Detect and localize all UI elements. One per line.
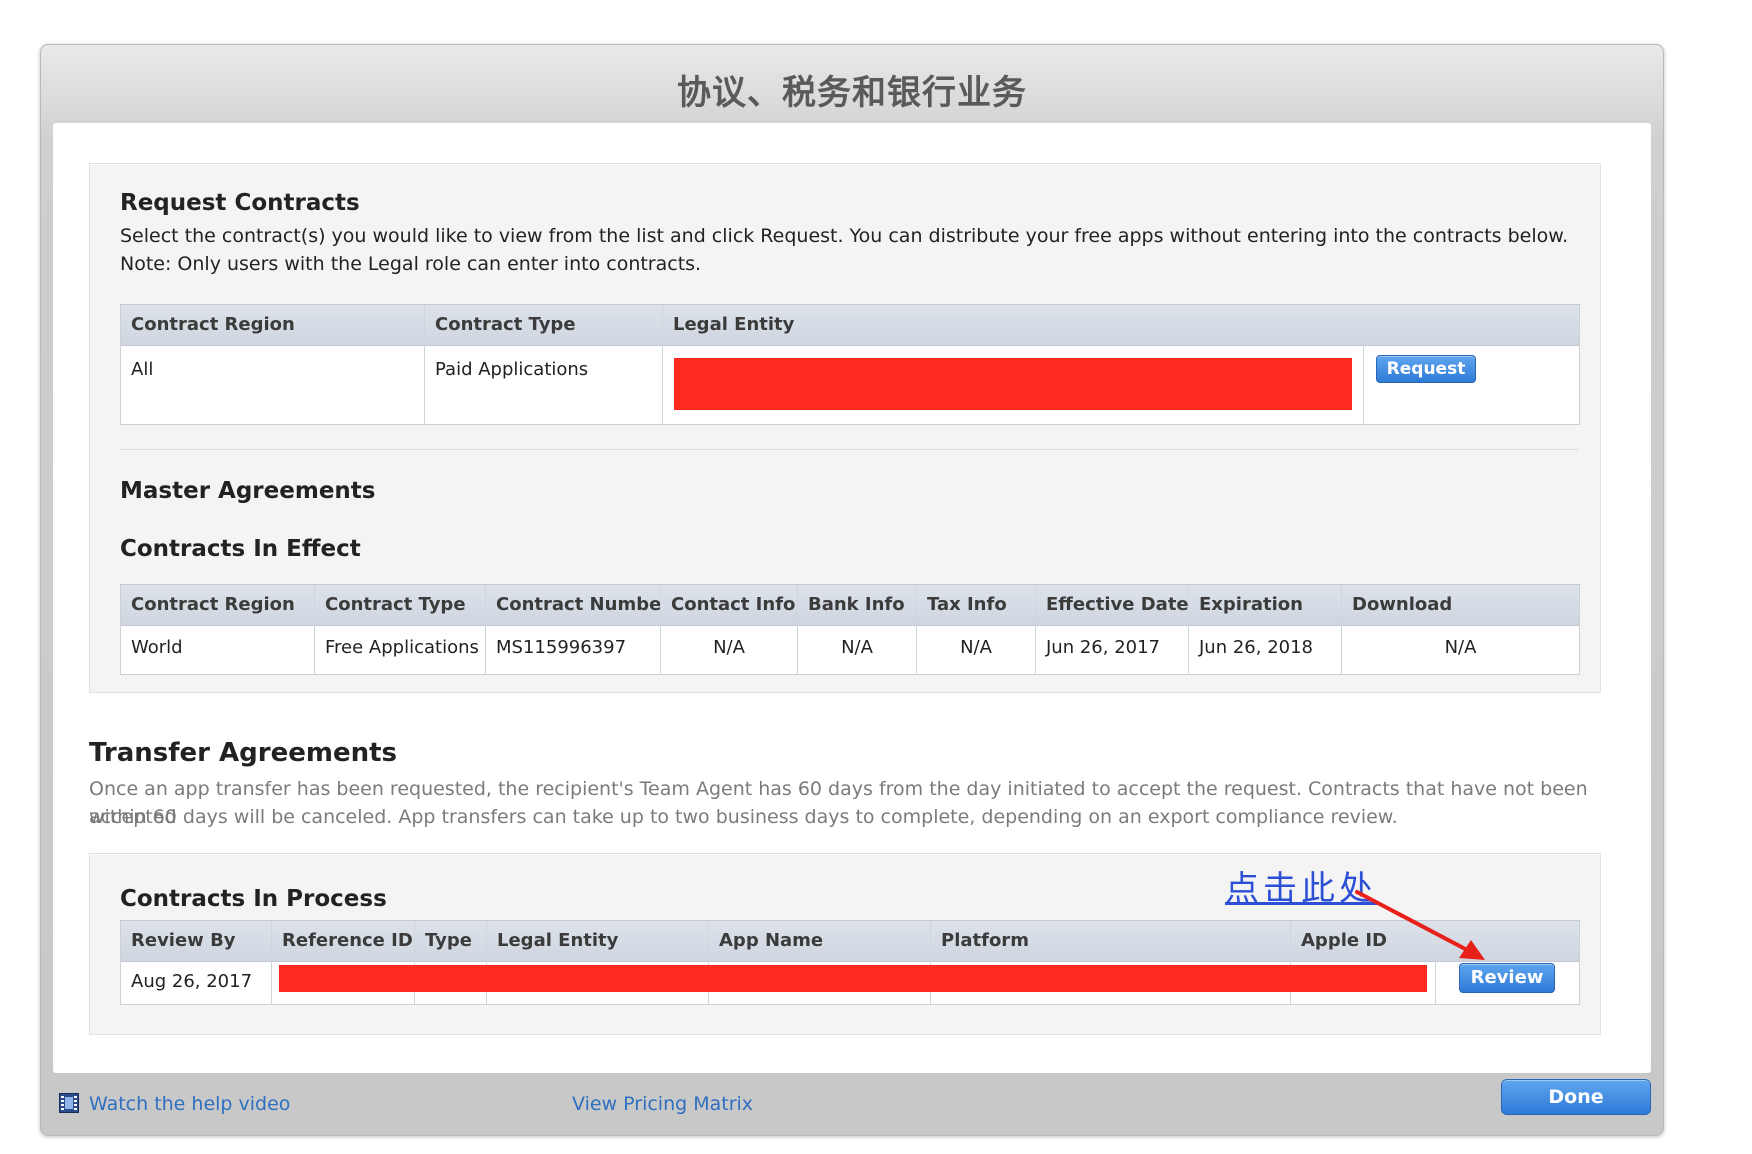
col-effective-date: Effective Date [1036,585,1189,625]
transfer-agreements-title: Transfer Agreements [89,738,398,768]
cell-download[interactable]: N/A [1342,625,1579,674]
col-app-name: App Name [709,921,931,961]
request-contracts-desc-2: Note: Only users with the Legal role can… [120,253,702,275]
col-platform: Platform [931,921,1291,961]
col-contract-type: Contract Type [425,305,663,345]
agreements-panel: Request Contracts Select the contract(s)… [89,163,1601,693]
dialog-title: 协议、税务和银行业务 [677,73,1027,113]
table-row: World Free Applications MS115996397 N/A … [121,625,1579,674]
col-contact-info: Contact Info [661,585,798,625]
col-download: Download [1352,594,1453,615]
col-bank-info: Bank Info [798,585,917,625]
cell-type: Free Applications [315,625,486,674]
col-reference-id: Reference ID [272,921,415,961]
table-header: Contract Region Contract Type Contract N… [121,584,1579,626]
transfer-agreements-desc-2: within 60 days will be canceled. App tra… [89,806,1398,828]
contracts-dialog: 协议、税务和银行业务 Request Contracts Select the … [40,44,1664,1136]
cell-contract-number: MS115996397 [486,625,661,674]
annotation-arrow-icon [1355,890,1485,960]
redaction-block [674,358,1352,410]
help-video-link[interactable]: Watch the help video [89,1093,290,1115]
cell-expiration: Jun 26, 2018 [1189,625,1342,674]
table-row: All Paid Applications Request [121,345,1579,424]
col-contract-region: Contract Region [121,305,425,345]
table-header: Contract Region Contract Type Legal Enti… [121,304,1579,346]
dialog-content: Request Contracts Select the contract(s)… [53,123,1651,1073]
col-contract-type: Contract Type [315,585,486,625]
cell-region: All [121,345,425,424]
col-type: Type [415,921,487,961]
request-contracts-desc-1: Select the contract(s) you would like to… [120,225,1569,247]
col-review-by: Review By [121,921,272,961]
request-contracts-table: Contract Region Contract Type Legal Enti… [120,304,1580,425]
cell-review-by: Aug 26, 2017 [121,961,272,1004]
col-legal-entity: Legal Entity [487,921,709,961]
col-legal-entity: Legal Entity [673,314,795,335]
film-strip-icon[interactable] [59,1093,79,1113]
done-button[interactable]: Done [1501,1079,1651,1115]
cell-effective-date: Jun 26, 2017 [1036,625,1189,674]
cell-tax-info: N/A [917,625,1036,674]
cell-legal-entity [663,345,1364,424]
cell-type: Paid Applications [425,345,663,424]
redaction-block [279,965,1427,992]
col-contract-region: Contract Region [121,585,315,625]
master-agreements-title: Master Agreements [120,478,376,504]
contracts-in-effect-table: Contract Region Contract Type Contract N… [120,584,1580,675]
cell-action: Request [1364,345,1579,424]
request-button[interactable]: Request [1376,355,1476,383]
pricing-matrix-link[interactable]: View Pricing Matrix [572,1093,753,1115]
cell-region: World [121,625,315,674]
contracts-in-effect-title: Contracts In Effect [120,536,361,562]
cell-contact-info: N/A [661,625,798,674]
section-divider [120,449,1578,450]
contracts-in-process-title: Contracts In Process [120,886,387,912]
col-expiration: Expiration [1189,585,1342,625]
request-contracts-title: Request Contracts [120,190,360,216]
col-tax-info: Tax Info [917,585,1036,625]
col-contract-number: Contract Number [486,585,661,625]
cell-bank-info: N/A [798,625,917,674]
